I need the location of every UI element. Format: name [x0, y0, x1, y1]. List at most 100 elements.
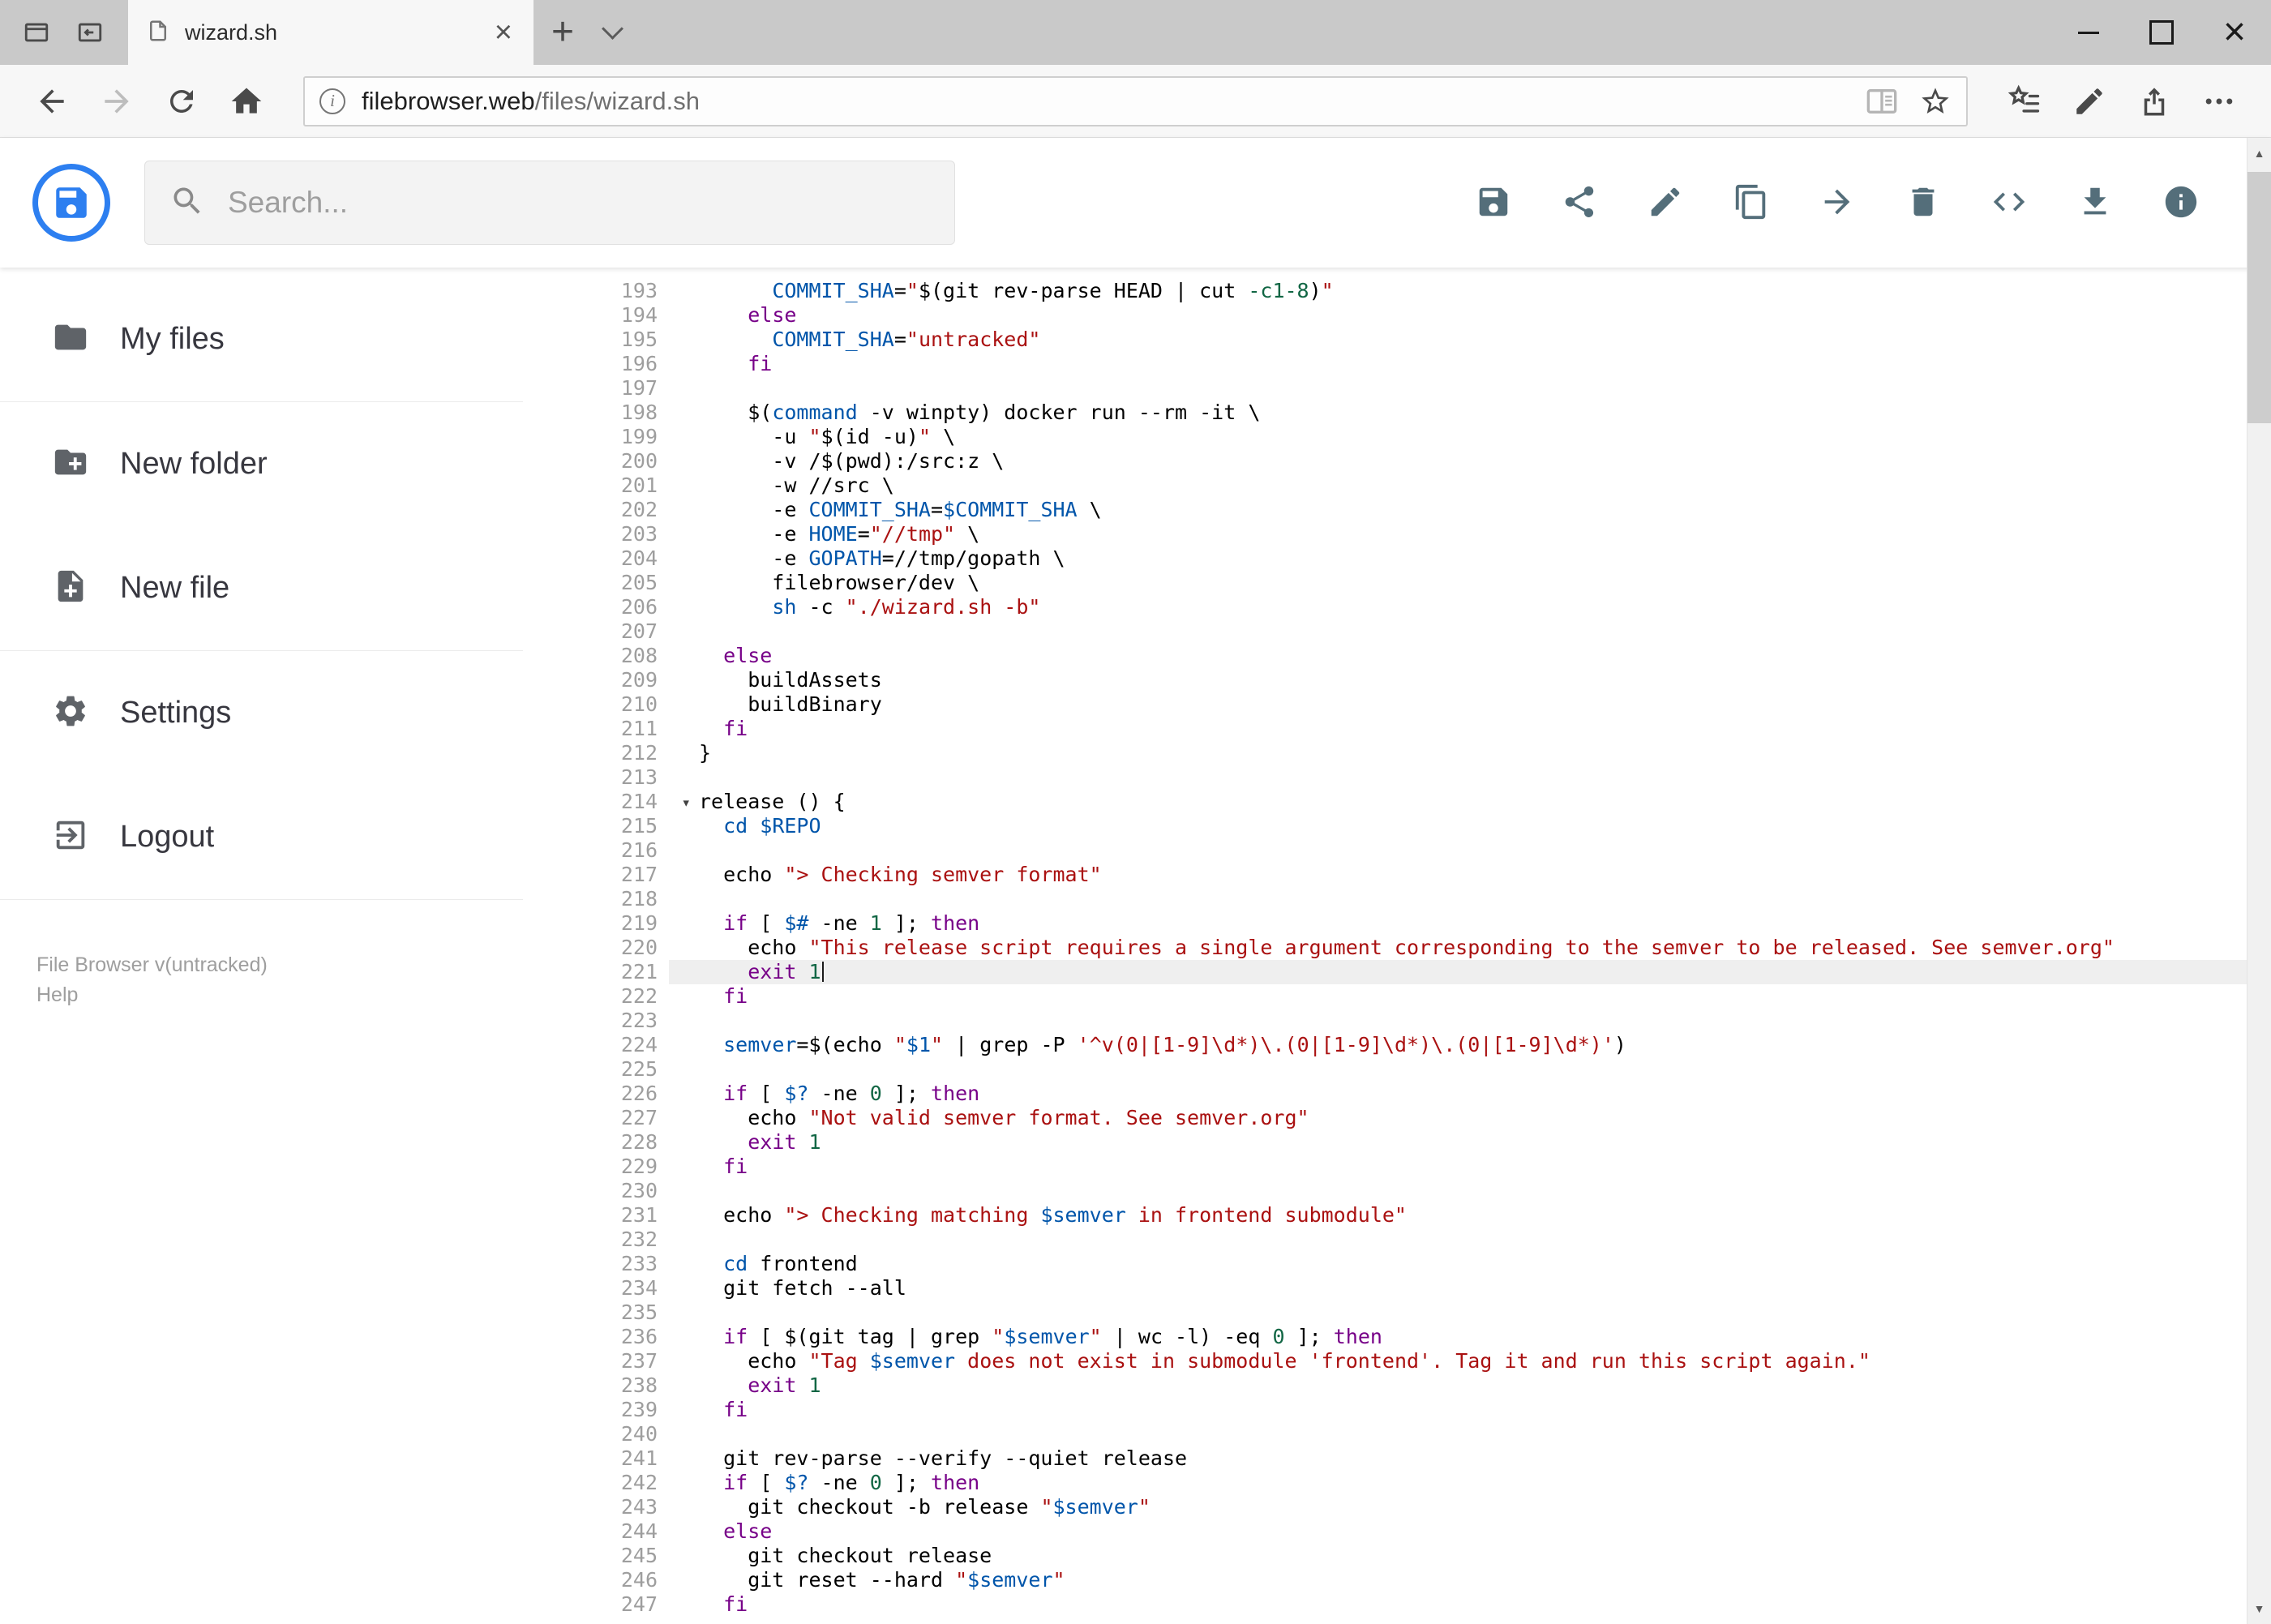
line-number[interactable]: 194: [523, 303, 669, 328]
address-bar[interactable]: i filebrowser.web/files/wizard.sh: [303, 75, 1968, 126]
code-line-text[interactable]: echo "Not valid semver format. See semve…: [669, 1106, 2271, 1130]
code-line-text[interactable]: if [ $(git tag | grep "$semver" | wc -l)…: [669, 1325, 2271, 1349]
code-line-text[interactable]: $(command -v winpty) docker run --rm -it…: [669, 401, 2271, 425]
save-button[interactable]: [1475, 183, 1512, 223]
line-number[interactable]: 225: [523, 1057, 669, 1082]
line-number[interactable]: 230: [523, 1179, 669, 1203]
line-number[interactable]: 206: [523, 595, 669, 619]
line-number[interactable]: 236: [523, 1325, 669, 1349]
code-line-226[interactable]: 226 if [ $? -ne 0 ]; then: [523, 1082, 2271, 1106]
code-line-239[interactable]: 239 fi: [523, 1398, 2271, 1422]
code-line-text[interactable]: exit 1: [669, 960, 2271, 984]
favorites-hub-button[interactable]: [1992, 69, 2057, 134]
web-notes-button[interactable]: [2057, 69, 2122, 134]
refresh-button[interactable]: [149, 69, 214, 134]
code-line-237[interactable]: 237 echo "Tag $semver does not exist in …: [523, 1349, 2271, 1373]
code-line-218[interactable]: 218: [523, 887, 2271, 911]
line-number[interactable]: 233: [523, 1252, 669, 1276]
line-number[interactable]: 224: [523, 1033, 669, 1057]
search-input[interactable]: [226, 185, 930, 221]
tab-preview-icon[interactable]: [10, 0, 63, 65]
code-line-text[interactable]: semver=$(echo "$1" | grep -P '^v(0|[1-9]…: [669, 1033, 2271, 1057]
code-line-217[interactable]: 217 echo "> Checking semver format": [523, 863, 2271, 887]
line-number[interactable]: 210: [523, 692, 669, 717]
code-line-229[interactable]: 229 fi: [523, 1155, 2271, 1179]
fold-arrow-icon[interactable]: ▾: [682, 791, 691, 815]
line-number[interactable]: 245: [523, 1544, 669, 1568]
code-line-text[interactable]: -e HOME="//tmp" \: [669, 522, 2271, 546]
code-line-234[interactable]: 234 git fetch --all: [523, 1276, 2271, 1300]
code-line-208[interactable]: 208 else: [523, 644, 2271, 668]
code-line-text[interactable]: [669, 1179, 2271, 1203]
tab-close-icon[interactable]: ×: [491, 17, 516, 48]
site-info-icon[interactable]: i: [319, 88, 345, 114]
code-line-242[interactable]: 242 if [ $? -ne 0 ]; then: [523, 1471, 2271, 1495]
code-line-202[interactable]: 202 -e COMMIT_SHA=$COMMIT_SHA \: [523, 498, 2271, 522]
line-number[interactable]: 204: [523, 546, 669, 571]
info-button[interactable]: [2162, 183, 2200, 223]
code-line-225[interactable]: 225: [523, 1057, 2271, 1082]
line-number[interactable]: 207: [523, 619, 669, 644]
code-line-text[interactable]: filebrowser/dev \: [669, 571, 2271, 595]
download-button[interactable]: [2076, 183, 2114, 223]
line-number[interactable]: 238: [523, 1373, 669, 1398]
code-line-text[interactable]: -e COMMIT_SHA=$COMMIT_SHA \: [669, 498, 2271, 522]
code-line-text[interactable]: fi: [669, 1398, 2271, 1422]
code-line-200[interactable]: 200 -v /$(pwd):/src:z \: [523, 449, 2271, 473]
code-line-text[interactable]: fi: [669, 1592, 2271, 1617]
code-line-216[interactable]: 216: [523, 838, 2271, 863]
code-line-235[interactable]: 235: [523, 1300, 2271, 1325]
code-line-text[interactable]: else: [669, 303, 2271, 328]
window-maximize-button[interactable]: [2125, 0, 2198, 65]
line-number[interactable]: 220: [523, 936, 669, 960]
code-line-text[interactable]: if [ $# -ne 1 ]; then: [669, 911, 2271, 936]
code-line-text[interactable]: -w //src \: [669, 473, 2271, 498]
line-number[interactable]: 217: [523, 863, 669, 887]
code-line-214[interactable]: 214 ▾ release () {: [523, 790, 2271, 814]
code-line-text[interactable]: [669, 619, 2271, 644]
code-line-215[interactable]: 215 cd $REPO: [523, 814, 2271, 838]
code-line-text[interactable]: [669, 838, 2271, 863]
line-number[interactable]: 246: [523, 1568, 669, 1592]
code-line-210[interactable]: 210 buildBinary: [523, 692, 2271, 717]
line-number[interactable]: 241: [523, 1446, 669, 1471]
window-close-button[interactable]: ×: [2198, 0, 2271, 65]
line-number[interactable]: 243: [523, 1495, 669, 1519]
code-line-text[interactable]: cd $REPO: [669, 814, 2271, 838]
line-number[interactable]: 218: [523, 887, 669, 911]
move-button[interactable]: [1819, 183, 1856, 223]
code-line-236[interactable]: 236 if [ $(git tag | grep "$semver" | wc…: [523, 1325, 2271, 1349]
line-number[interactable]: 213: [523, 765, 669, 790]
code-line-text[interactable]: sh -c "./wizard.sh -b": [669, 595, 2271, 619]
share-button[interactable]: [1561, 183, 1598, 223]
scroll-up-icon[interactable]: ▲: [2247, 138, 2271, 169]
line-number[interactable]: 197: [523, 376, 669, 401]
code-line-194[interactable]: 194 else: [523, 303, 2271, 328]
code-line-text[interactable]: [669, 1228, 2271, 1252]
code-line-text[interactable]: [669, 765, 2271, 790]
code-line-203[interactable]: 203 -e HOME="//tmp" \: [523, 522, 2271, 546]
favorite-star-button[interactable]: [1919, 85, 1952, 118]
code-line-207[interactable]: 207: [523, 619, 2271, 644]
code-line-text[interactable]: [669, 376, 2271, 401]
line-number[interactable]: 211: [523, 717, 669, 741]
code-line-text[interactable]: release () {: [669, 790, 2271, 814]
code-line-text[interactable]: COMMIT_SHA="untracked": [669, 328, 2271, 352]
line-number[interactable]: 201: [523, 473, 669, 498]
code-line-text[interactable]: [669, 1422, 2271, 1446]
code-line-text[interactable]: if [ $? -ne 0 ]; then: [669, 1082, 2271, 1106]
code-line-text[interactable]: exit 1: [669, 1373, 2271, 1398]
code-line-text[interactable]: [669, 1300, 2271, 1325]
home-button[interactable]: [214, 69, 279, 134]
code-line-text[interactable]: [669, 887, 2271, 911]
code-button[interactable]: [1990, 183, 2028, 223]
code-line-193[interactable]: 193 COMMIT_SHA="$(git rev-parse HEAD | c…: [523, 279, 2271, 303]
code-line-text[interactable]: git checkout -b release "$semver": [669, 1495, 2271, 1519]
line-number[interactable]: 202: [523, 498, 669, 522]
line-number[interactable]: 198: [523, 401, 669, 425]
new-tab-button[interactable]: +: [533, 0, 592, 65]
set-tabs-aside-icon[interactable]: [63, 0, 117, 65]
code-line-241[interactable]: 241 git rev-parse --verify --quiet relea…: [523, 1446, 2271, 1471]
code-line-197[interactable]: 197: [523, 376, 2271, 401]
code-line-text[interactable]: echo "This release script requires a sin…: [669, 936, 2271, 960]
